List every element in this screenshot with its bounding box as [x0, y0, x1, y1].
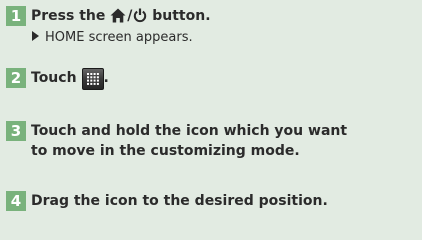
arrow-right-icon: [32, 31, 39, 41]
step-text-line-1: Touch and hold the icon which you want: [31, 123, 348, 139]
step-1: 1 Press the / button. HOME screen appear…: [6, 6, 211, 47]
apps-grid-icon: [81, 68, 104, 90]
power-icon: [133, 8, 147, 29]
step-text: Drag the icon to the desired position.: [31, 193, 328, 209]
step-text: Press the: [31, 8, 106, 24]
slash-separator: /: [127, 8, 133, 24]
step-result-text: HOME screen appears.: [45, 30, 193, 45]
home-icon: [110, 8, 126, 29]
step-3: 3 Touch and hold the icon which you want …: [6, 121, 347, 161]
step-result: HOME screen appears.: [6, 29, 211, 47]
step-4: 4 Drag the icon to the desired position.: [6, 191, 328, 211]
step-2: 2 Touch .: [6, 68, 109, 90]
step-number: 4: [6, 191, 26, 211]
step-text-line-2: to move in the customizing mode.: [31, 143, 300, 159]
step-text-suffix: button.: [152, 8, 211, 24]
step-text: Touch: [31, 70, 77, 86]
step-number: 3: [6, 121, 26, 141]
step-number: 2: [6, 68, 26, 88]
step-text-suffix: .: [103, 70, 109, 86]
step-number: 1: [6, 6, 26, 26]
